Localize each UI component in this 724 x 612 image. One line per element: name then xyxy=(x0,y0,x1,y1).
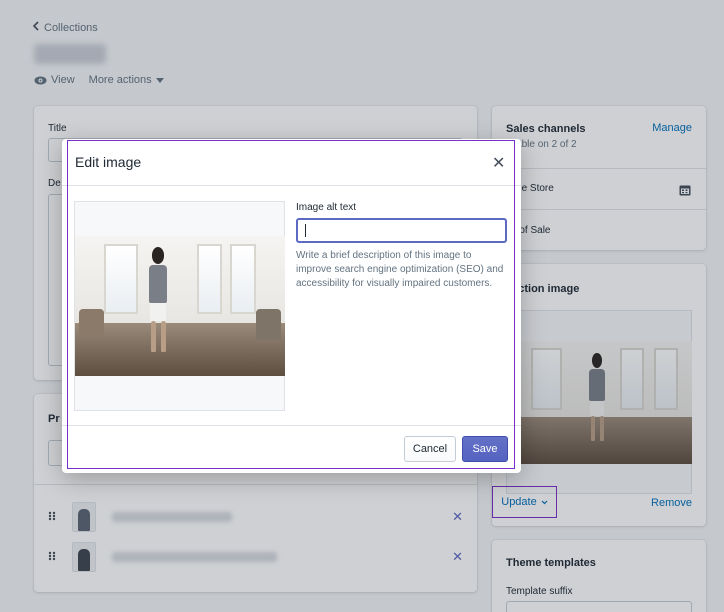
save-button[interactable]: Save xyxy=(462,436,508,462)
modal-photo xyxy=(75,236,285,376)
text-caret xyxy=(305,224,306,237)
modal-title: Edit image xyxy=(75,154,142,170)
alt-text-label: Image alt text xyxy=(296,202,357,213)
alt-text-input[interactable] xyxy=(296,218,507,243)
close-icon[interactable]: ✕ xyxy=(492,153,505,173)
modal-image-preview xyxy=(74,201,285,411)
cancel-button[interactable]: Cancel xyxy=(404,436,456,462)
edit-image-modal: Edit image ✕ Image alt text Write a brie… xyxy=(62,139,521,473)
alt-text-help: Write a brief description of this image … xyxy=(296,250,504,289)
